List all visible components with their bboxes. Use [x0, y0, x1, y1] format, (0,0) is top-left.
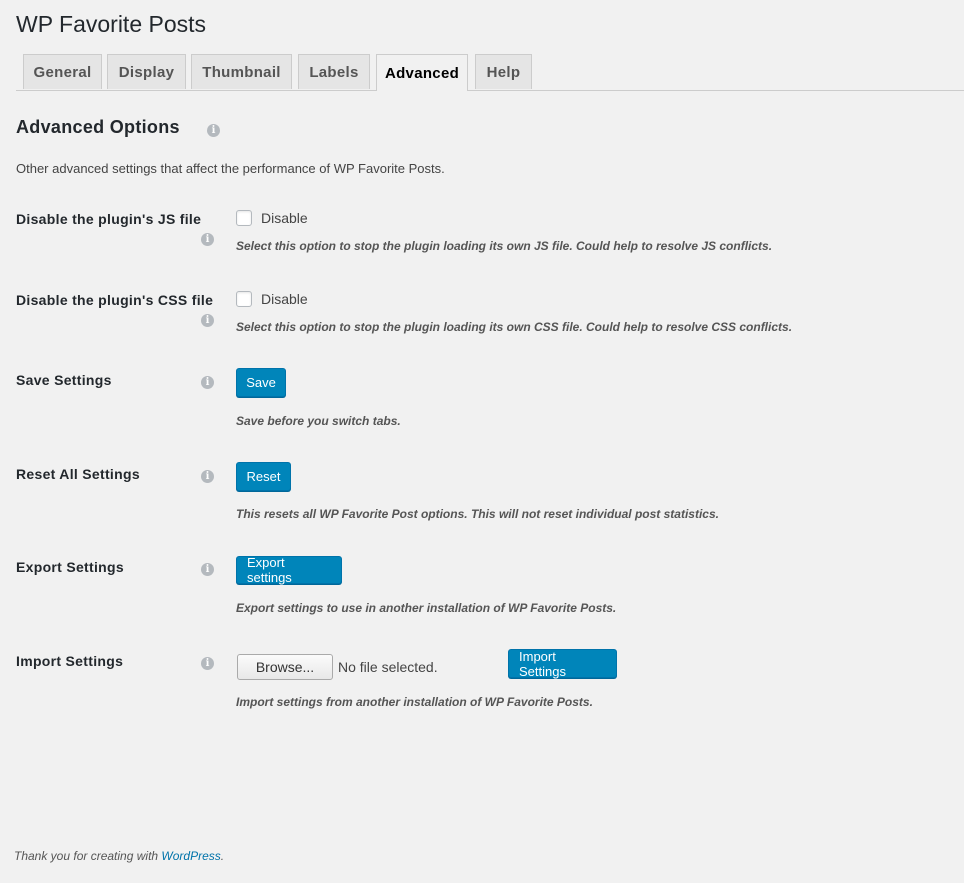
file-status: No file selected. [338, 659, 438, 675]
section-title: Advanced Options [16, 117, 180, 137]
disable-css-option[interactable]: Disable [236, 291, 308, 307]
info-icon[interactable]: i [201, 563, 214, 576]
save-button[interactable]: Save [236, 368, 286, 397]
export-settings-button[interactable]: Export settings [236, 555, 342, 585]
info-icon[interactable]: i [207, 124, 220, 137]
disable-js-option[interactable]: Disable [236, 210, 308, 226]
page-title: WP Favorite Posts [16, 11, 207, 37]
disable-js-checkbox[interactable] [236, 210, 252, 226]
import-settings-label: Import Settings [16, 653, 124, 669]
disable-css-checkbox-label[interactable]: Disable [261, 291, 308, 307]
import-description: Import settings from another installatio… [236, 695, 593, 709]
reset-settings-label: Reset All Settings [16, 466, 140, 482]
disable-css-checkbox[interactable] [236, 291, 252, 307]
info-icon[interactable]: i [201, 376, 214, 389]
tab-bar: General Display Thumbnail Labels Advance… [16, 54, 964, 91]
export-description: Export settings to use in another instal… [236, 601, 617, 615]
disable-js-description: Select this option to stop the plugin lo… [236, 239, 773, 253]
tab-help[interactable]: Help [475, 54, 532, 89]
footer-period: . [220, 849, 225, 863]
import-settings-button[interactable]: Import Settings [508, 649, 617, 679]
tab-general[interactable]: General [23, 54, 102, 89]
tab-thumbnail[interactable]: Thumbnail [191, 54, 292, 89]
disable-js-label: Disable the plugin's JS file [16, 211, 202, 227]
info-icon[interactable]: i [201, 470, 214, 483]
section-description: Other advanced settings that affect the … [16, 161, 445, 176]
info-icon[interactable]: i [201, 314, 214, 327]
save-settings-label: Save Settings [16, 372, 112, 388]
tab-labels[interactable]: Labels [298, 54, 370, 89]
info-icon[interactable]: i [201, 233, 214, 246]
footer-text: Thank you for creating with [14, 849, 159, 863]
admin-footer: Thank you for creating with WordPress. [14, 849, 224, 863]
reset-description: This resets all WP Favorite Post options… [236, 507, 719, 521]
export-settings-label: Export Settings [16, 559, 124, 575]
disable-css-description: Select this option to stop the plugin lo… [236, 320, 793, 334]
browse-file-button[interactable]: Browse... [237, 654, 333, 680]
reset-button[interactable]: Reset [236, 462, 291, 491]
tab-advanced[interactable]: Advanced [376, 54, 468, 91]
disable-js-checkbox-label[interactable]: Disable [261, 210, 308, 226]
save-description: Save before you switch tabs. [236, 414, 401, 428]
wordpress-link[interactable]: WordPress [161, 849, 220, 863]
info-icon[interactable]: i [201, 657, 214, 670]
tab-display[interactable]: Display [107, 54, 186, 89]
disable-css-label: Disable the plugin's CSS file [16, 292, 214, 308]
